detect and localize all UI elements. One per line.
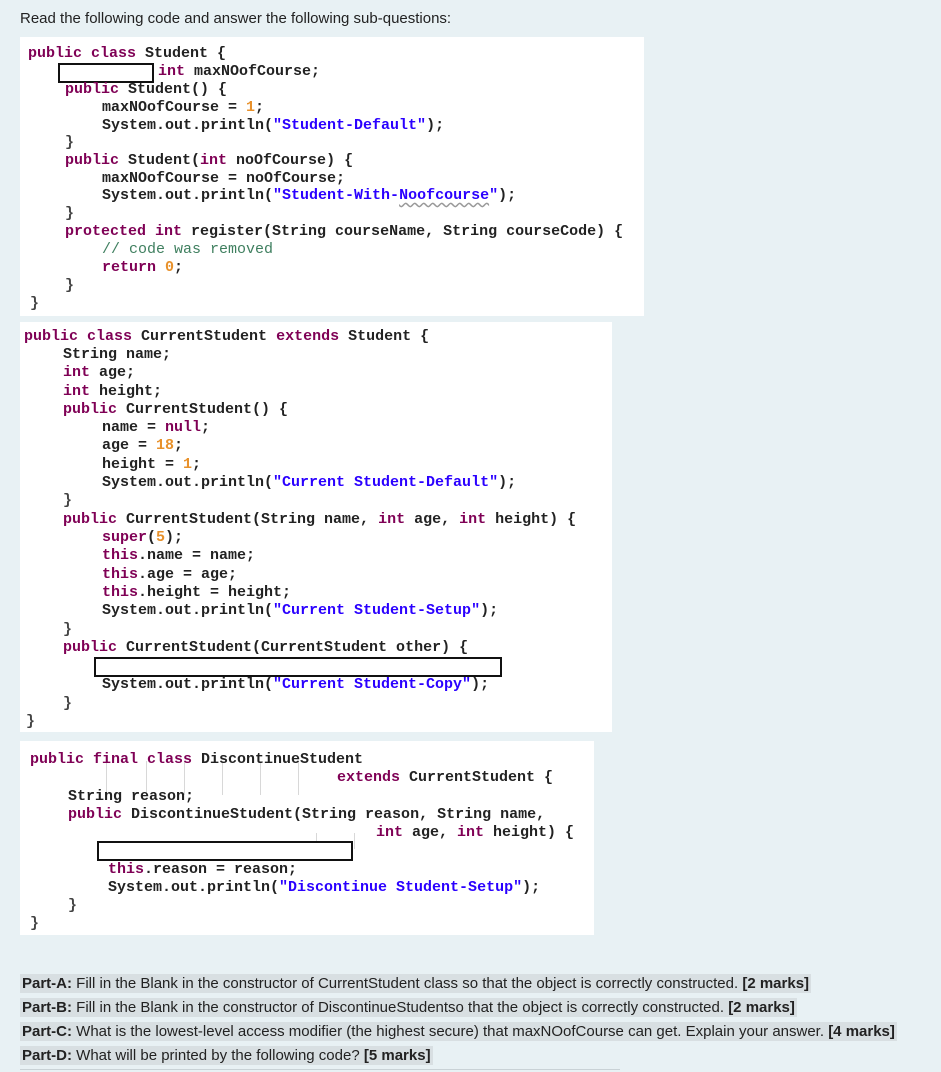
code-block-currentstudent: public class CurrentStudent extends Stud…: [20, 322, 612, 732]
part-a-text: Fill in the Blank in the constructor of …: [72, 975, 739, 992]
part-b-marks: [2 marks]: [728, 999, 795, 1016]
question-part-c: Part-C: What is the lowest-level access …: [20, 1020, 897, 1044]
part-b-text: Fill in the Blank in the constructor of …: [72, 999, 725, 1016]
blank-access-modifier[interactable]: [58, 63, 154, 83]
question-part-b: Part-B: Fill in the Blank in the constru…: [20, 996, 897, 1020]
intro-text: Read the following code and answer the f…: [20, 10, 452, 27]
question-part-d: Part-D: What will be printed by the foll…: [20, 1044, 897, 1068]
part-c-text: What is the lowest-level access modifier…: [72, 1023, 825, 1040]
part-d-text: What will be printed by the following co…: [72, 1047, 360, 1064]
code-block-student: public class Student { int maxNOofCourse…: [20, 37, 644, 316]
code-block-discontinuestudent: public final class DiscontinueStudent ex…: [20, 741, 594, 935]
blank-discontinue-constructor[interactable]: [97, 841, 353, 861]
question-part-a: Part-A: Fill in the Blank in the constru…: [20, 972, 897, 996]
part-d-label: Part-D:: [22, 1047, 73, 1064]
part-a-marks: [2 marks]: [742, 975, 810, 992]
blank-copy-constructor[interactable]: [94, 657, 502, 677]
part-d-marks: [5 marks]: [363, 1047, 431, 1064]
part-a-label: Part-A:: [22, 975, 73, 992]
part-b-label: Part-B:: [22, 999, 73, 1016]
part-c-label: Part-C:: [22, 1023, 73, 1040]
part-c-marks: [4 marks]: [828, 1023, 895, 1040]
divider: [20, 1069, 620, 1070]
questions: Part-A: Fill in the Blank in the constru…: [20, 972, 897, 1068]
